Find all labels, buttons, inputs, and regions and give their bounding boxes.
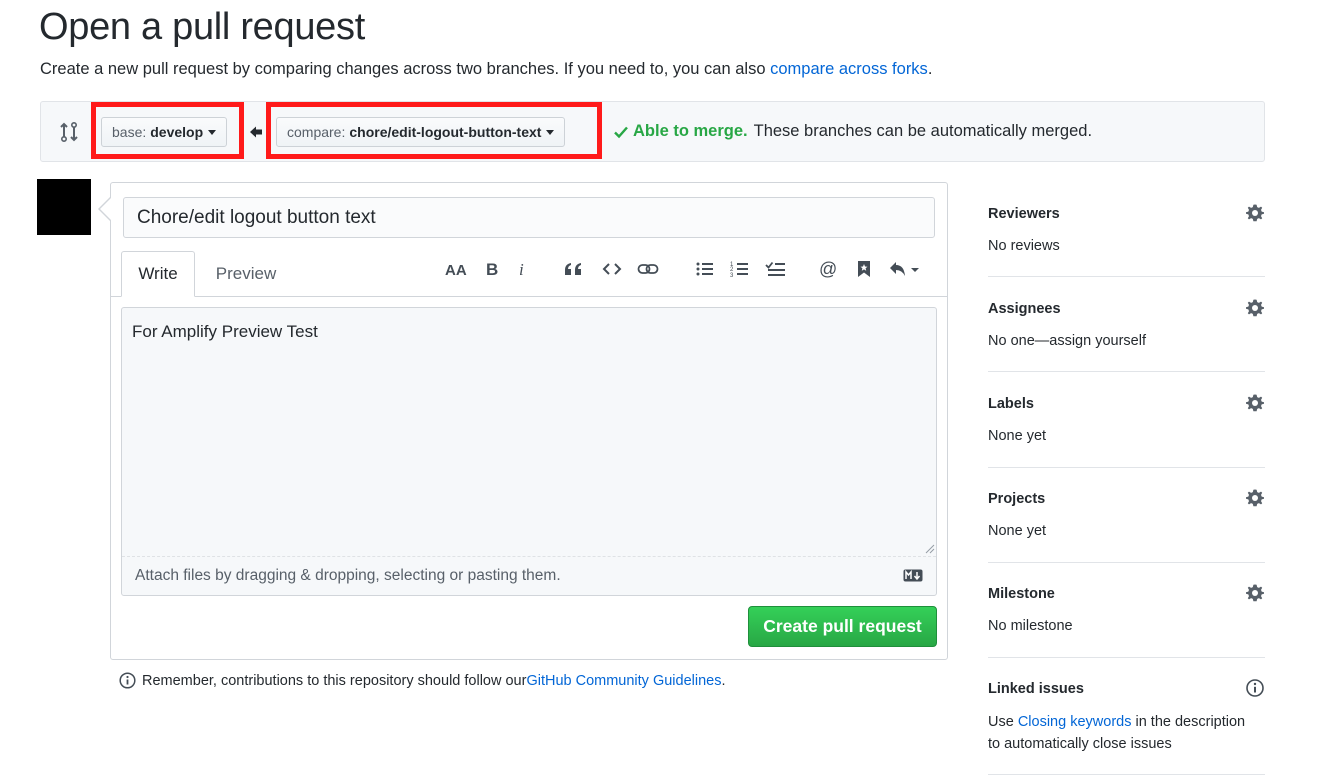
comment-body-text[interactable]: For Amplify Preview Test <box>132 322 318 342</box>
unordered-list-icon[interactable] <box>694 257 716 281</box>
linked-issues-line2: to automatically close issues <box>988 736 1172 752</box>
quote-icon[interactable] <box>563 257 585 281</box>
svg-text:i: i <box>519 261 524 277</box>
community-guidelines-note: Remember, contributions to this reposito… <box>119 672 726 689</box>
title-input[interactable] <box>123 197 935 238</box>
avatar <box>37 179 91 235</box>
community-guidelines-link[interactable]: GitHub Community Guidelines <box>526 673 721 689</box>
merge-status: Able to merge. These branches can be aut… <box>613 122 1092 141</box>
task-list-icon[interactable] <box>764 257 788 281</box>
create-pull-request-button[interactable]: Create pull request <box>748 606 937 647</box>
svg-text:3: 3 <box>730 273 734 278</box>
tab-preview[interactable]: Preview <box>203 251 289 297</box>
editor-footer-divider <box>122 556 936 557</box>
mention-icon[interactable]: @ <box>817 257 839 281</box>
reference-icon[interactable] <box>855 257 873 281</box>
merge-ok-text: Able to merge. <box>633 122 748 140</box>
gear-icon[interactable] <box>1245 298 1265 318</box>
page-title: Open a pull request <box>39 6 365 48</box>
gear-icon[interactable] <box>1245 488 1265 508</box>
sidebar-divider <box>988 276 1265 277</box>
linked-issues-value: Use Closing keywords in the description … <box>988 711 1245 755</box>
arrow-left-icon <box>250 126 262 138</box>
reply-icon[interactable] <box>889 257 923 281</box>
sidebar-divider <box>988 657 1265 658</box>
sidebar-assignees: Assignees No one—assign yourself <box>988 298 1265 349</box>
compare-label: compare: <box>287 124 346 140</box>
linked-issues-post: in the description <box>1131 714 1246 730</box>
compare-branch-select[interactable]: compare: chore/edit-logout-button-text <box>276 117 566 147</box>
chevron-down-icon <box>546 129 555 135</box>
code-icon[interactable] <box>601 257 623 281</box>
subtitle-end: . <box>927 60 933 78</box>
chevron-down-icon <box>208 129 217 135</box>
text-size-icon[interactable]: AA <box>445 257 469 281</box>
git-compare-icon <box>60 121 78 143</box>
page-subtitle: Create a new pull request by comparing c… <box>40 60 932 79</box>
check-icon <box>614 126 628 138</box>
gear-icon[interactable] <box>1245 583 1265 603</box>
svg-text:B: B <box>486 261 498 277</box>
markdown-icon[interactable] <box>903 569 923 582</box>
sidebar-milestone: Milestone No milestone <box>988 583 1265 634</box>
attach-files-hint[interactable]: Attach files by dragging & dropping, sel… <box>135 567 561 585</box>
italic-icon[interactable]: i <box>515 257 529 281</box>
bold-icon[interactable]: B <box>483 257 501 281</box>
comment-body-textarea[interactable] <box>121 307 937 596</box>
reviewers-value: No reviews <box>988 238 1060 254</box>
milestone-title[interactable]: Milestone <box>988 586 1055 602</box>
svg-text:AA: AA <box>445 262 467 277</box>
base-branch-select[interactable]: base: develop <box>101 117 228 147</box>
info-icon <box>119 672 136 689</box>
sidebar-reviewers: Reviewers No reviews <box>988 203 1265 254</box>
sidebar-linked-issues: Linked issues Use Closing keywords in th… <box>988 678 1265 761</box>
sidebar-divider <box>988 774 1265 775</box>
milestone-value: No milestone <box>988 618 1073 634</box>
assignees-title[interactable]: Assignees <box>988 301 1061 317</box>
form-caret-inner <box>100 198 111 220</box>
projects-value: None yet <box>988 523 1047 539</box>
remember-text: Remember, contributions to this reposito… <box>142 672 527 689</box>
tab-write[interactable]: Write <box>121 251 195 297</box>
assignees-value[interactable]: No one—assign yourself <box>988 333 1146 349</box>
closing-keywords-link[interactable]: Closing keywords <box>1018 714 1132 730</box>
subtitle-text: Create a new pull request by comparing c… <box>40 60 771 78</box>
labels-value: None yet <box>988 428 1047 444</box>
sidebar-divider <box>988 371 1265 372</box>
link-icon[interactable] <box>636 257 660 281</box>
sidebar-labels: Labels None yet <box>988 393 1265 444</box>
remember-end: . <box>721 672 726 689</box>
sidebar-divider <box>988 467 1265 468</box>
svg-text:@: @ <box>819 259 837 279</box>
base-label: base: <box>112 124 147 140</box>
ordered-list-icon[interactable]: 123 <box>729 257 751 281</box>
reviewers-title[interactable]: Reviewers <box>988 206 1060 222</box>
sidebar-projects: Projects None yet <box>988 488 1265 539</box>
compare-branch-name: chore/edit-logout-button-text <box>349 124 542 140</box>
gear-icon[interactable] <box>1245 203 1265 223</box>
resize-handle-icon[interactable] <box>925 544 935 554</box>
gear-icon[interactable] <box>1245 393 1265 413</box>
labels-title[interactable]: Labels <box>988 396 1034 412</box>
linked-issues-pre: Use <box>988 714 1018 730</box>
merge-description: These branches can be automatically merg… <box>753 122 1093 140</box>
compare-across-forks-link[interactable]: compare across forks <box>770 60 928 78</box>
projects-title[interactable]: Projects <box>988 491 1045 507</box>
info-icon[interactable] <box>1245 678 1265 698</box>
linked-issues-title: Linked issues <box>988 681 1084 697</box>
base-branch-name: develop <box>150 124 204 140</box>
sidebar-divider <box>988 562 1265 563</box>
